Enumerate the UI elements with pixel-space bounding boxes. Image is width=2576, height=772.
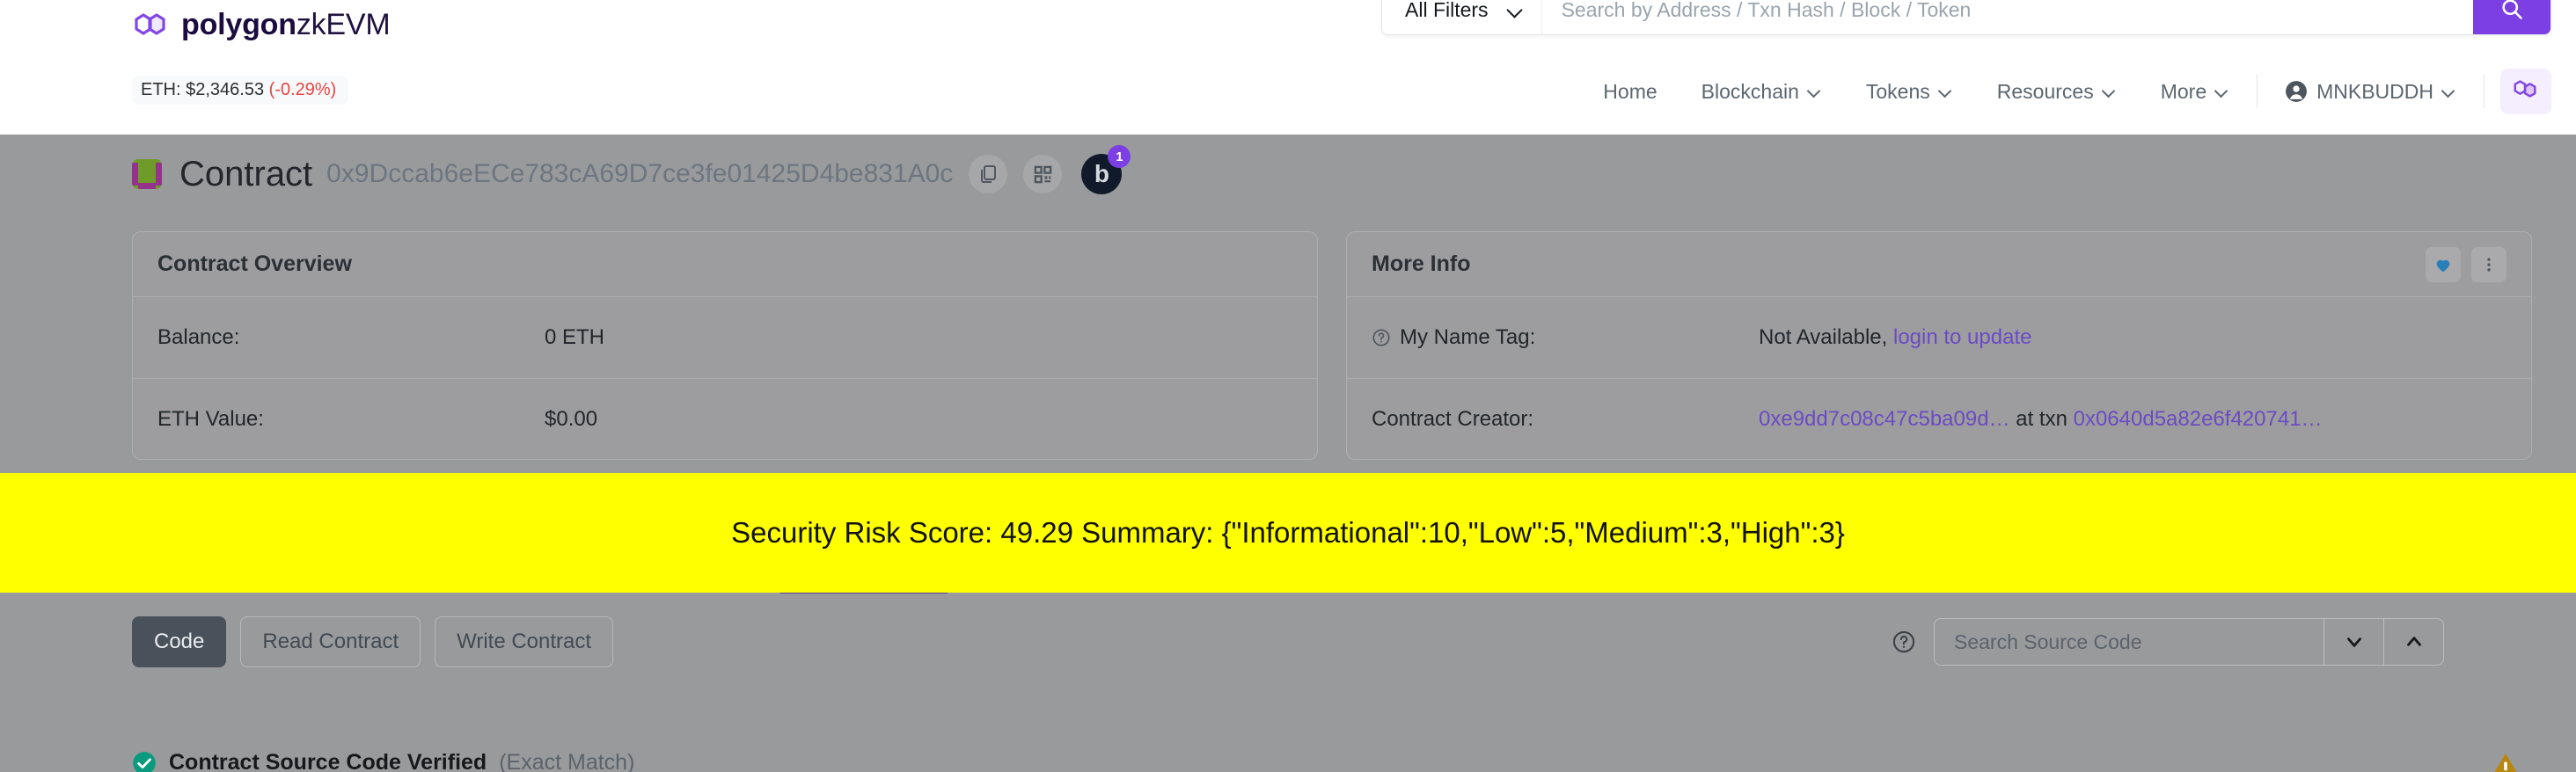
more-info-actions [2426,246,2506,282]
chevron-down-icon[interactable] [2324,619,2383,665]
contract-tabs-row: Code Read Contract Write Contract [132,616,2444,667]
name-tag-value: Not Available, login to update [1759,325,2506,350]
warning-triangle-icon [2490,750,2521,772]
contract-creator-value: 0xe9dd7c08c47c5ba09d… at txn 0x0640d5a82… [1759,407,2506,432]
contract-tabs: Code Read Contract Write Contract [132,616,614,667]
qr-code-icon[interactable] [1023,155,1063,193]
search-input[interactable] [1541,0,2473,34]
creation-txn-link[interactable]: 0x0640d5a82e6f420741… [2074,407,2323,431]
eth-price-indicator: ETH: $2,346.53 (-0.29%) [132,76,349,105]
main-navigation: Home Blockchain Tokens Resources More MN… [1581,69,2551,114]
table-row: ETH Value: $0.00 [133,378,1317,459]
brand-name-light: zkEVM [296,7,391,41]
eth-price-label: ETH: $2,346.53 [141,80,265,99]
balance-value: 0 ETH [545,325,605,349]
tab-code[interactable]: Code [132,616,227,667]
search-filter-label: All Filters [1405,0,1489,21]
nav-divider [2257,75,2258,108]
security-risk-banner-text: Security Risk Score: 49.29 Summary: {"In… [731,516,1845,549]
eth-value-value: $0.00 [545,406,598,431]
nav-label-home: Home [1603,79,1658,103]
nav-divider [2484,75,2485,108]
copy-icon[interactable] [969,155,1008,193]
verified-text: Contract Source Code Verified [169,750,487,772]
nav-item-more[interactable]: More [2139,80,2251,104]
chevron-down-icon [1508,3,1522,17]
question-circle-icon [1372,328,1391,347]
nav-item-blockchain[interactable]: Blockchain [1680,80,1844,104]
nav-item-tokens[interactable]: Tokens [1844,80,1975,104]
creator-address-link[interactable]: 0xe9dd7c08c47c5ba09d… [1759,407,2010,431]
chevron-down-icon [2442,84,2456,98]
heart-icon[interactable] [2426,246,2461,282]
avatar [132,159,162,189]
nav-item-home[interactable]: Home [1581,80,1679,104]
page-root: polygonzkEVM ETH: $2,346.53 (-0.29%) All… [0,0,2576,772]
tab-write-contract[interactable]: Write Contract [435,616,614,667]
contract-creator-label: Contract Creator: [1372,406,1534,431]
brand-logo[interactable]: polygonzkEVM [132,0,391,49]
question-circle-icon [1892,630,1916,654]
kebab-menu-icon[interactable] [2471,246,2506,282]
more-info-card: More Info My Name Tag: Not Available, lo… [1346,231,2532,460]
security-risk-banner: Security Risk Score: 49.29 Summary: {"In… [0,473,2576,593]
user-circle-icon [2285,80,2308,103]
tab-read-contract-label: Read Contract [262,630,399,653]
network-switcher-button[interactable] [2500,69,2551,114]
chevron-up-icon[interactable] [2383,619,2443,665]
creator-connector: at txn [2016,406,2067,431]
table-row: Contract Creator: 0xe9dd7c08c47c5ba09d… … [1347,378,2531,459]
name-tag-label: My Name Tag: [1372,325,1759,350]
contract-overview-card: Contract Overview Balance: 0 ETH ETH Val… [132,231,1318,460]
source-search-box [1934,618,2444,666]
search-source-code-input[interactable] [1935,619,2324,665]
nav-item-resources[interactable]: Resources [1975,80,2139,104]
check-circle-icon [132,751,157,772]
page-body-dimmed: Contract 0x9Dccab6eECe783cA69D7ce3fe0142… [0,135,2576,772]
nav-label-resources: Resources [1996,79,2094,103]
overview-cards: Contract Overview Balance: 0 ETH ETH Val… [132,231,2532,460]
eth-value-label: ETH Value: [157,406,264,431]
nav-label-more: More [2160,79,2207,103]
search-submit-button[interactable] [2473,0,2550,34]
contract-address: 0x9Dccab6eECe783cA69D7ce3fe01425D4be831A… [326,159,954,188]
account-name: MNKBUDDH [2316,79,2433,103]
table-row: Balance: 0 ETH [133,297,1317,378]
chevron-down-icon [2215,84,2229,98]
page-title: Contract [179,154,313,193]
blockscan-badge[interactable]: b 1 [1081,145,1131,194]
polygon-logo-icon [132,6,169,43]
source-verified-banner: Contract Source Code Verified (Exact Mat… [132,750,634,772]
more-info-header: More Info [1347,232,2531,297]
table-row: My Name Tag: Not Available, login to upd… [1347,297,2531,378]
contract-address-header: Contract 0x9Dccab6eECe783cA69D7ce3fe0142… [132,145,1131,194]
tab-code-label: Code [154,630,205,653]
name-tag-status: Not Available, [1759,325,1888,349]
global-search-bar: All Filters [1381,0,2551,35]
brand-name-bold: polygon [181,7,296,41]
search-icon [2499,0,2524,24]
contract-overview-header: Contract Overview [133,232,1317,297]
brand-text: polygonzkEVM [181,8,391,42]
tab-read-contract[interactable]: Read Contract [240,616,421,667]
chevron-down-icon [1939,84,1953,98]
more-info-title: More Info [1372,251,1471,276]
login-to-update-link[interactable]: login to update [1893,325,2031,349]
site-header: polygonzkEVM ETH: $2,346.53 (-0.29%) All… [0,0,2576,135]
notification-count-badge: 1 [1108,145,1131,168]
chevron-down-icon [1808,84,1822,98]
balance-label: Balance: [157,325,240,349]
chevron-down-icon [2103,84,2117,98]
polygon-icon [2512,75,2540,108]
nav-label-tokens: Tokens [1865,79,1930,103]
eth-price-change: (-0.29%) [268,80,337,99]
source-code-search [1892,618,2444,666]
search-filter-dropdown[interactable]: All Filters [1382,0,1542,34]
nav-item-account[interactable]: MNKBUDDH [2263,80,2478,104]
name-tag-label-text: My Name Tag: [1400,325,1536,349]
tab-write-contract-label: Write Contract [457,630,592,653]
nav-label-blockchain: Blockchain [1701,79,1799,103]
contract-overview-title: Contract Overview [157,251,352,276]
verified-match-type: (Exact Match) [499,750,635,772]
